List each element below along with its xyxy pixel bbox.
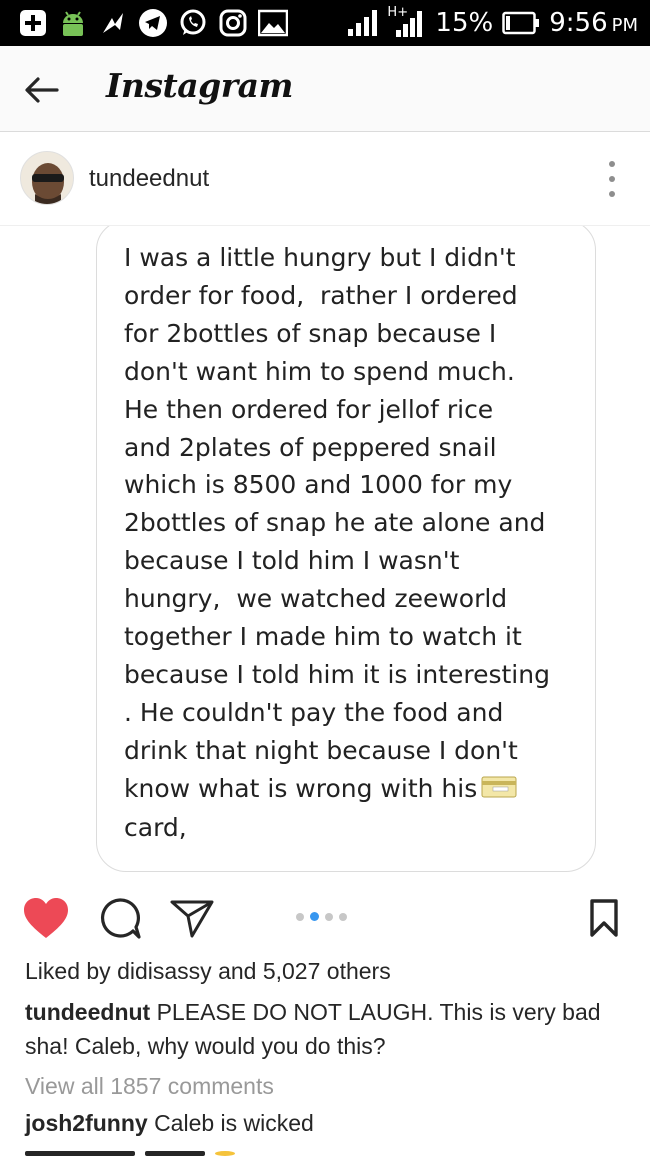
likes-count[interactable]: 5,027 others xyxy=(263,958,391,984)
message-line-text: hungry, we watched zeeworld xyxy=(124,584,508,614)
whatsapp-icon xyxy=(178,8,208,38)
message-line-text: drink that night because I don't xyxy=(124,735,518,765)
comment-item: josh2funny Caleb is wicked xyxy=(25,1110,314,1137)
back-button[interactable] xyxy=(20,70,62,110)
message-line: . He couldn't pay the food and xyxy=(124,694,575,732)
message-line-text: know what is wrong with his xyxy=(124,773,478,803)
message-line: because I told him it is interesting xyxy=(124,656,575,694)
message-line-text: because I told him I wasn't xyxy=(124,546,460,576)
liked-by-prefix: Liked by xyxy=(25,958,111,984)
view-all-comments-link[interactable]: View all 1857 comments xyxy=(25,1073,274,1100)
notification-icons xyxy=(18,7,288,39)
like-button[interactable] xyxy=(22,896,70,940)
battery-icon xyxy=(501,8,541,38)
share-button[interactable] xyxy=(168,896,216,940)
image-icon xyxy=(258,8,288,38)
telegram-icon xyxy=(138,8,168,38)
caption: tundeednut PLEASE DO NOT LAUGH. This is … xyxy=(25,995,625,1063)
message-line-text: card, xyxy=(124,812,187,842)
system-icons: H+ 15% 9:56 PM xyxy=(345,5,638,39)
message-line: drink that night because I don't xyxy=(124,732,575,770)
message-line-text: don't want him to spend much. xyxy=(124,356,515,386)
likes-summary[interactable]: Liked by didisassy and 5,027 others xyxy=(25,958,391,985)
message-line: He then ordered for jellof rice xyxy=(124,391,575,429)
liked-by-user[interactable]: didisassy xyxy=(117,958,212,984)
message-line: hungry, we watched zeeworld xyxy=(124,580,575,618)
comment-username[interactable]: josh2funny xyxy=(25,1110,148,1136)
post-username[interactable]: tundeednut xyxy=(89,165,209,193)
message-line: 2bottles of snap he ate alone and xyxy=(124,504,575,542)
direct-share-icon xyxy=(170,900,214,938)
message-line-text: and 2plates of peppered snail xyxy=(124,432,497,462)
carousel-dot-active xyxy=(310,912,319,921)
message-line: which is 8500 and 1000 for my xyxy=(124,466,575,504)
message-bubble: I was a little hungry but I didn't order … xyxy=(96,226,596,872)
message-line: know what is wrong with his xyxy=(124,770,575,809)
post-header: tundeednut xyxy=(0,133,650,226)
message-line: together I made him to watch it xyxy=(124,618,575,656)
app-header: Instagram xyxy=(0,46,650,132)
carousel-dot xyxy=(325,912,333,921)
add-icon xyxy=(18,8,48,38)
message-line: because I told him I wasn't xyxy=(124,542,575,580)
comment-button[interactable] xyxy=(96,896,144,940)
carousel-dot xyxy=(296,912,304,921)
instagram-icon xyxy=(218,8,248,38)
more-options-icon[interactable] xyxy=(604,161,620,197)
liked-by-and: and xyxy=(218,958,257,984)
clock-ampm: PM xyxy=(611,15,638,36)
message-line-text: He then ordered for jellof rice xyxy=(124,394,494,424)
signal-icon xyxy=(345,8,379,38)
message-line-text: together I made him to watch it xyxy=(124,622,522,652)
message-line: card, xyxy=(124,809,575,847)
carousel-indicator xyxy=(296,912,347,921)
network-type-label: H+ xyxy=(387,5,409,20)
message-line: and 2plates of peppered snail xyxy=(124,429,575,467)
carousel-dot xyxy=(339,912,347,921)
message-line-text: which is 8500 and 1000 for my xyxy=(124,470,513,500)
action-bar xyxy=(0,878,650,956)
status-bar: H+ 15% 9:56 PM xyxy=(0,0,650,46)
arrow-icon xyxy=(98,8,128,38)
comment-text: Caleb is wicked xyxy=(154,1110,314,1136)
back-arrow-icon xyxy=(25,77,59,103)
message-line-text: because I told him it is interesting xyxy=(124,659,550,689)
caption-username[interactable]: tundeednut xyxy=(25,999,150,1025)
message-line-text: order for food, rather I ordered xyxy=(124,280,518,310)
battery-percent: 15% xyxy=(435,8,494,38)
message-line-text: 2bottles of snap he ate alone and xyxy=(124,508,546,538)
comment-icon xyxy=(100,898,141,939)
heart-icon xyxy=(24,898,68,938)
h-plus-signal-icon: H+ xyxy=(387,5,427,38)
clock-time: 9:56 xyxy=(549,8,608,38)
next-comment-cut-off xyxy=(25,1149,275,1156)
message-line: for 2bottles of snap because I xyxy=(124,315,575,353)
avatar[interactable] xyxy=(20,151,74,205)
save-button[interactable] xyxy=(580,896,628,940)
message-line: order for food, rather I ordered xyxy=(124,277,575,315)
android-icon xyxy=(58,8,88,38)
message-line: I was a little hungry but I didn't xyxy=(124,239,575,277)
credit-card-emoji xyxy=(481,771,517,809)
bookmark-icon xyxy=(590,899,618,937)
instagram-logo: Instagram xyxy=(106,66,293,105)
message-line-text: I was a little hungry but I didn't xyxy=(124,243,516,272)
post-media[interactable]: I was a little hungry but I didn't order … xyxy=(0,226,650,878)
message-line: don't want him to spend much. xyxy=(124,353,575,391)
message-text: I was a little hungry but I didn't order … xyxy=(124,239,575,847)
message-line-text: . He couldn't pay the food and xyxy=(124,697,504,727)
message-line-text: for 2bottles of snap because I xyxy=(124,318,497,348)
clock: 9:56 PM xyxy=(549,8,638,38)
